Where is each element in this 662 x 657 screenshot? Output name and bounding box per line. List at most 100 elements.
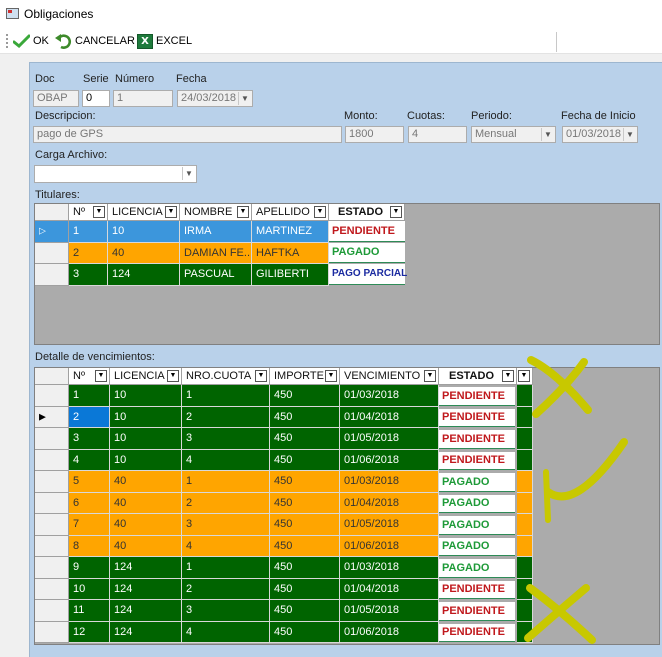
table-cell[interactable]: 01/06/2018	[340, 621, 439, 643]
table-cell[interactable]: 3	[182, 428, 270, 450]
table-cell[interactable]: 124	[110, 621, 182, 643]
table-cell[interactable]: 01/05/2018	[340, 514, 439, 536]
table-cell[interactable]: 1	[182, 471, 270, 493]
filter-dropdown-icon[interactable]: ▼	[518, 370, 530, 382]
chevron-down-icon[interactable]: ▼	[182, 167, 195, 180]
table-cell[interactable]: 124	[110, 600, 182, 622]
table-cell[interactable]: 1	[69, 385, 110, 407]
carga-archivo-select[interactable]: ▼	[34, 165, 197, 183]
status-cell[interactable]: PAGADO	[329, 242, 405, 263]
table-cell[interactable]: 450	[270, 449, 340, 471]
table-cell[interactable]: 11	[69, 600, 110, 622]
table-cell[interactable]: 1	[69, 221, 108, 243]
excel-button[interactable]: X EXCEL	[137, 32, 192, 50]
status-cell[interactable]: PAGADO	[439, 559, 515, 578]
table-cell[interactable]: 450	[270, 535, 340, 557]
table-cell[interactable]: 124	[108, 264, 180, 286]
descripcion-field[interactable]: pago de GPS	[33, 126, 342, 143]
table-cell[interactable]: 10	[69, 578, 110, 600]
filter-dropdown-icon[interactable]: ▼	[502, 370, 514, 382]
column-header-nombre[interactable]: NOMBRE ▼	[180, 204, 252, 221]
filter-dropdown-icon[interactable]: ▼	[325, 370, 337, 382]
table-cell[interactable]: 3	[182, 600, 270, 622]
column-header-apellido[interactable]: APELLIDO ▼	[252, 204, 329, 221]
column-header-importe[interactable]: IMPORTE ▼	[270, 368, 340, 385]
table-cell[interactable]: 01/06/2018	[340, 449, 439, 471]
table-cell[interactable]: 01/03/2018	[340, 557, 439, 579]
toolbar-grip[interactable]	[6, 34, 8, 48]
cuotas-field[interactable]: 4	[408, 126, 467, 143]
filter-dropdown-icon[interactable]: ▼	[165, 206, 177, 218]
table-cell[interactable]: 6	[69, 492, 110, 514]
status-cell[interactable]: PAGADO	[439, 473, 515, 492]
table-cell[interactable]: 3	[69, 428, 110, 450]
filter-dropdown-icon[interactable]: ▼	[314, 206, 326, 218]
status-cell[interactable]: PENDIENTE	[439, 623, 515, 642]
table-cell[interactable]: 2	[182, 578, 270, 600]
status-cell[interactable]: PENDIENTE	[439, 580, 515, 599]
table-cell[interactable]: 5	[69, 471, 110, 493]
table-cell[interactable]: 450	[270, 492, 340, 514]
table-cell[interactable]: 01/06/2018	[340, 535, 439, 557]
row-header[interactable]	[35, 514, 69, 536]
table-cell[interactable]: 01/04/2018	[340, 578, 439, 600]
column-header-n[interactable]: Nº ▼	[69, 204, 108, 221]
table-cell[interactable]: PASCUAL	[180, 264, 252, 286]
status-cell[interactable]: PAGADO	[439, 494, 515, 513]
table-cell[interactable]: 124	[110, 557, 182, 579]
titulares-grid[interactable]: Nº ▼ LICENCIA ▼ NOMBRE ▼ APELLIDO ▼ ESTADO ▼ ▷ 1 10 I…	[34, 203, 660, 345]
table-cell[interactable]: 4	[182, 621, 270, 643]
table-cell[interactable]: HAFTKA	[252, 242, 329, 264]
table-cell[interactable]: 40	[108, 242, 180, 264]
row-header[interactable]	[35, 385, 69, 407]
column-header-estado[interactable]: ESTADO ▼	[329, 204, 405, 221]
table-cell[interactable]: 01/03/2018	[340, 385, 439, 407]
monto-field[interactable]: 1800	[345, 126, 404, 143]
status-cell[interactable]: PENDIENTE	[439, 602, 515, 621]
periodo-select[interactable]: Mensual ▼	[471, 126, 556, 143]
column-header-nrocuota[interactable]: NRO.CUOTA ▼	[182, 368, 270, 385]
fecha-field[interactable]: 24/03/2018 ▼	[177, 90, 253, 107]
table-cell[interactable]: 450	[270, 514, 340, 536]
table-cell[interactable]: IRMA	[180, 221, 252, 243]
table-cell[interactable]: 10	[110, 385, 182, 407]
table-cell[interactable]: 2	[69, 242, 108, 264]
row-header[interactable]	[35, 621, 69, 643]
detalle-grid[interactable]: Nº ▼ LICENCIA ▼ NRO.CUOTA ▼ IMPORTE ▼ VENCIMIENT…	[34, 367, 660, 645]
status-cell[interactable]: PENDIENTE	[329, 221, 405, 242]
table-cell[interactable]: 12	[69, 621, 110, 643]
row-header[interactable]	[35, 428, 69, 450]
column-header-n[interactable]: Nº ▼	[69, 368, 110, 385]
table-cell[interactable]: 10	[108, 221, 180, 243]
table-cell[interactable]: 40	[110, 514, 182, 536]
column-header-licencia[interactable]: LICENCIA ▼	[108, 204, 180, 221]
table-cell[interactable]: 7	[69, 514, 110, 536]
table-cell[interactable]: MARTINEZ	[252, 221, 329, 243]
table-cell[interactable]: 3	[69, 264, 108, 286]
table-cell[interactable]: 450	[270, 578, 340, 600]
table-cell[interactable]: 40	[110, 492, 182, 514]
filter-dropdown-icon[interactable]: ▼	[390, 206, 402, 218]
status-cell[interactable]: PENDIENTE	[439, 451, 515, 470]
table-cell[interactable]: 2	[69, 406, 110, 428]
table-cell[interactable]: 124	[110, 578, 182, 600]
status-cell[interactable]: PENDIENTE	[439, 387, 515, 406]
filter-dropdown-icon[interactable]: ▼	[95, 370, 107, 382]
status-cell[interactable]: PAGADO	[439, 537, 515, 556]
table-cell[interactable]: 2	[182, 406, 270, 428]
table-cell[interactable]: 2	[182, 492, 270, 514]
filter-dropdown-icon[interactable]: ▼	[237, 206, 249, 218]
table-cell[interactable]: 450	[270, 428, 340, 450]
table-cell[interactable]: 3	[182, 514, 270, 536]
table-cell[interactable]: 9	[69, 557, 110, 579]
table-cell[interactable]: 01/03/2018	[340, 471, 439, 493]
row-header[interactable]: ▷	[35, 221, 69, 243]
chevron-down-icon[interactable]: ▼	[623, 128, 636, 141]
table-cell[interactable]: 450	[270, 600, 340, 622]
table-cell[interactable]: 8	[69, 535, 110, 557]
chevron-down-icon[interactable]: ▼	[238, 92, 251, 105]
table-cell[interactable]: 10	[110, 449, 182, 471]
table-cell[interactable]: 01/04/2018	[340, 492, 439, 514]
table-cell[interactable]: 450	[270, 557, 340, 579]
table-cell[interactable]: 40	[110, 471, 182, 493]
